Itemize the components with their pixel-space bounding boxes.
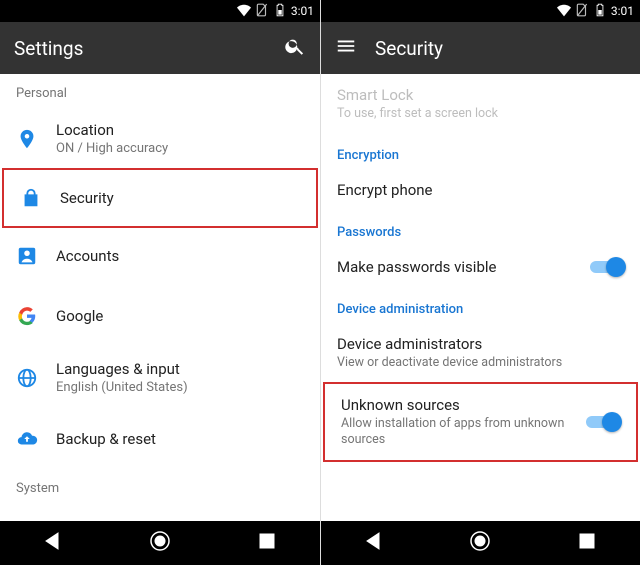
google-icon	[16, 305, 56, 327]
nav-home-icon[interactable]	[148, 529, 172, 557]
hamburger-icon[interactable]	[335, 35, 357, 61]
settings-item-accounts[interactable]: Accounts	[0, 226, 320, 286]
item-title: Security	[60, 189, 300, 207]
cloud-upload-icon	[16, 428, 56, 450]
item-subtitle: English (United States)	[56, 380, 304, 395]
location-icon	[16, 128, 56, 150]
settings-item-google[interactable]: Google	[0, 286, 320, 346]
settings-list: Personal Location ON / High accuracy Sec…	[0, 74, 320, 521]
no-sim-icon	[255, 3, 269, 20]
status-time: 3:01	[611, 4, 634, 18]
phone-right: 3:01 Security Smart Lock To use, first s…	[320, 0, 640, 565]
status-bar: 3:01	[0, 0, 320, 22]
item-subtitle: To use, first set a screen lock	[337, 106, 624, 122]
settings-item-security[interactable]: Security	[2, 168, 318, 228]
lock-icon	[20, 187, 60, 209]
switch-passwords-visible[interactable]	[590, 258, 624, 276]
settings-item-location[interactable]: Location ON / High accuracy	[0, 107, 320, 170]
globe-icon	[16, 367, 56, 389]
item-subtitle: Allow installation of apps from unknown …	[341, 416, 586, 449]
item-title: Languages & input	[56, 360, 304, 378]
item-title: Make passwords visible	[337, 258, 590, 276]
security-item-smart-lock: Smart Lock To use, first set a screen lo…	[321, 74, 640, 134]
appbar-security: Security	[321, 22, 640, 74]
section-passwords: Passwords	[321, 211, 640, 246]
category-system: System	[0, 469, 320, 502]
phone-left: 3:01 Settings Personal Location ON / Hig…	[0, 0, 320, 565]
appbar-settings: Settings	[0, 22, 320, 74]
item-title: Location	[56, 121, 304, 139]
security-item-encrypt-phone[interactable]: Encrypt phone	[321, 169, 640, 211]
item-title: Backup & reset	[56, 430, 304, 448]
nav-back-icon[interactable]	[362, 529, 386, 557]
switch-unknown-sources[interactable]	[586, 413, 620, 431]
item-title: Accounts	[56, 247, 304, 265]
no-sim-icon	[575, 3, 589, 20]
section-device-admin: Device administration	[321, 288, 640, 323]
search-icon[interactable]	[284, 35, 306, 61]
security-item-device-admins[interactable]: Device administrators View or deactivate…	[321, 323, 640, 383]
nav-recent-icon[interactable]	[575, 529, 599, 557]
status-time: 3:01	[291, 4, 314, 18]
item-title: Device administrators	[337, 335, 624, 353]
category-personal: Personal	[0, 74, 320, 107]
wifi-icon	[557, 3, 571, 20]
battery-icon	[273, 3, 287, 20]
item-title: Unknown sources	[341, 396, 586, 414]
nav-bar	[321, 521, 640, 565]
nav-recent-icon[interactable]	[255, 529, 279, 557]
nav-home-icon[interactable]	[468, 529, 492, 557]
status-bar: 3:01	[321, 0, 640, 22]
battery-icon	[593, 3, 607, 20]
security-list: Smart Lock To use, first set a screen lo…	[321, 74, 640, 521]
wifi-icon	[237, 3, 251, 20]
security-item-unknown-sources[interactable]: Unknown sources Allow installation of ap…	[323, 382, 638, 463]
item-title: Smart Lock	[337, 86, 624, 104]
security-item-passwords-visible[interactable]: Make passwords visible	[321, 246, 640, 288]
item-subtitle: View or deactivate device administrators	[337, 355, 624, 371]
settings-item-backup[interactable]: Backup & reset	[0, 409, 320, 469]
nav-back-icon[interactable]	[41, 529, 65, 557]
appbar-title: Security	[375, 37, 626, 60]
account-icon	[16, 245, 56, 267]
appbar-title: Settings	[14, 37, 266, 60]
item-subtitle: ON / High accuracy	[56, 141, 304, 156]
settings-item-languages[interactable]: Languages & input English (United States…	[0, 346, 320, 409]
section-encryption: Encryption	[321, 134, 640, 169]
item-title: Encrypt phone	[337, 181, 624, 199]
nav-bar	[0, 521, 320, 565]
item-title: Google	[56, 307, 304, 325]
